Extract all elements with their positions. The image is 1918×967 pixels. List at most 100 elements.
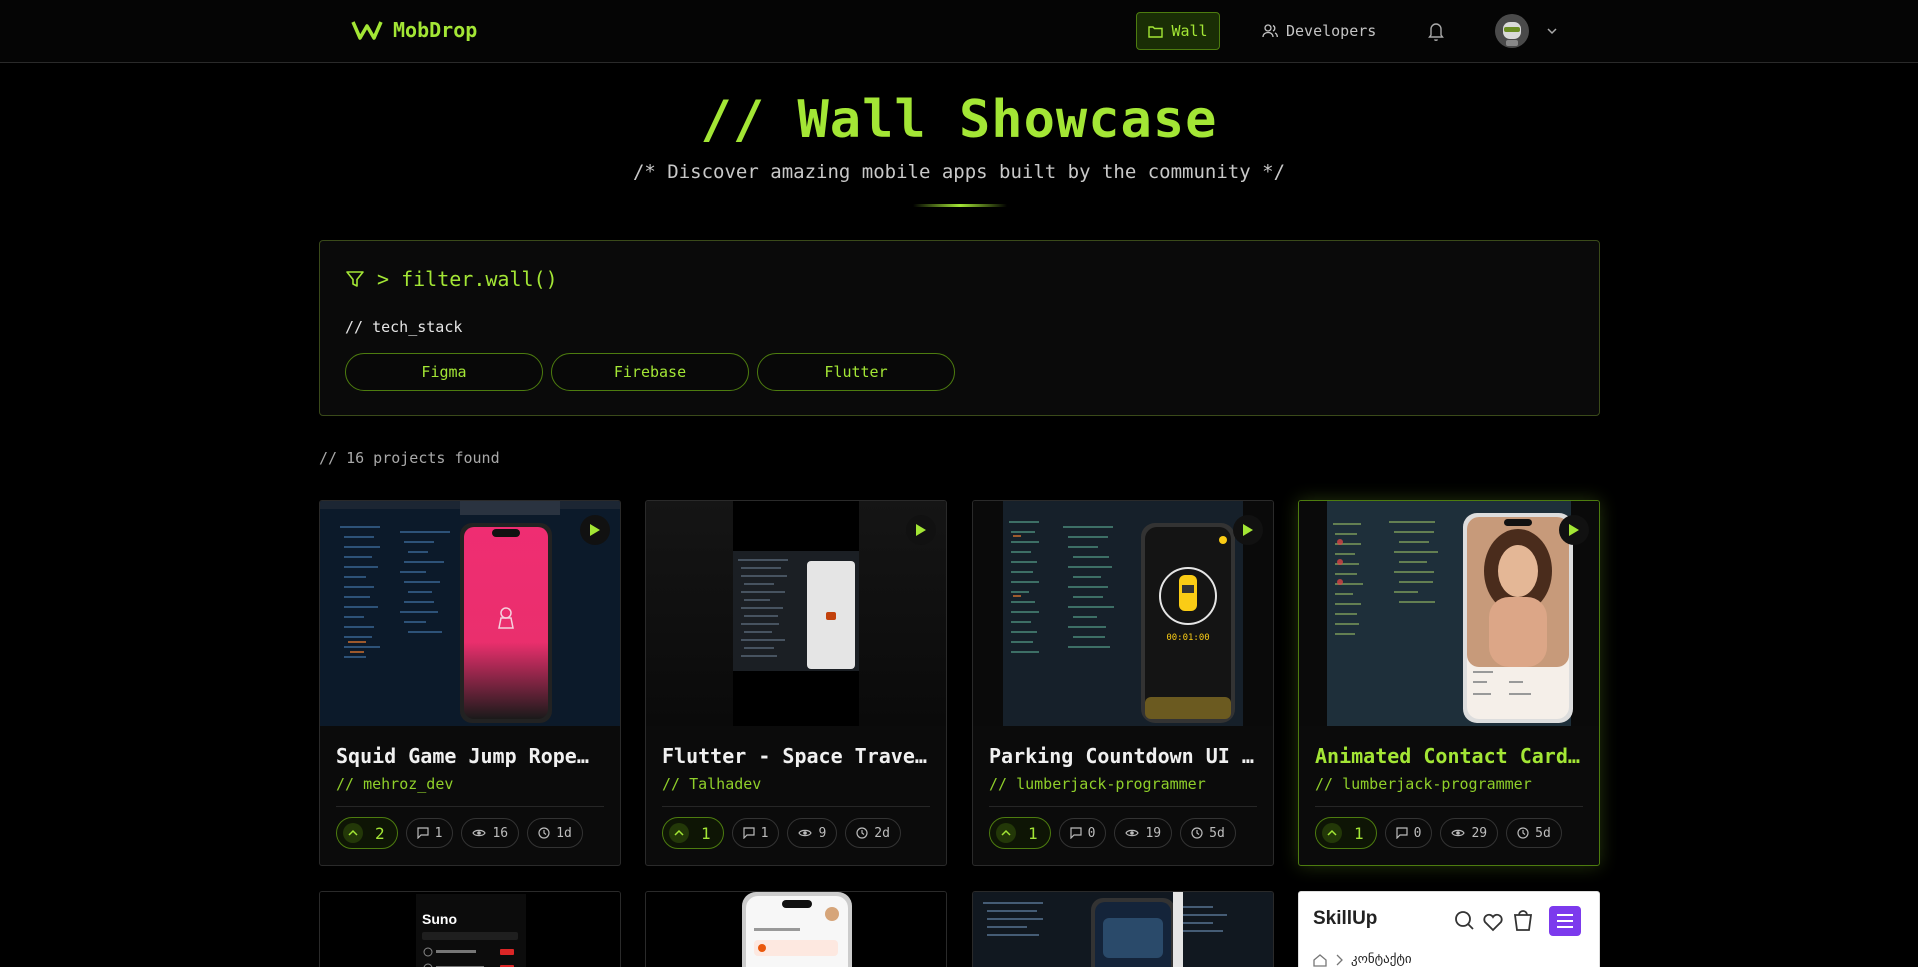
views-count: 19 bbox=[1114, 818, 1173, 848]
comment-icon bbox=[1396, 827, 1408, 839]
project-title[interactable]: Flutter - Space Travel… bbox=[662, 744, 932, 768]
comments-count[interactable]: 0 bbox=[1384, 818, 1433, 848]
project-card[interactable]: Squid Game Jump Rope… // mehroz_dev 2 1 … bbox=[319, 500, 621, 866]
age-badge: 5d bbox=[1180, 818, 1236, 848]
home-icon bbox=[1313, 953, 1327, 967]
comments-count[interactable]: 0 bbox=[1058, 818, 1107, 848]
project-thumbnail[interactable] bbox=[646, 501, 946, 726]
views-value: 19 bbox=[1145, 825, 1162, 841]
bell-icon[interactable] bbox=[1426, 20, 1446, 42]
comments-value: 0 bbox=[1413, 825, 1422, 841]
play-button[interactable] bbox=[906, 515, 936, 545]
chip-firebase[interactable]: Firebase bbox=[551, 353, 749, 391]
project-author[interactable]: // Talhadev bbox=[662, 775, 761, 793]
project-thumbnail[interactable] bbox=[320, 501, 620, 726]
upvote-button[interactable]: 1 bbox=[662, 817, 724, 849]
parking-timer-text: 00:01:00 bbox=[1166, 633, 1209, 643]
project-author[interactable]: // mehroz_dev bbox=[336, 775, 453, 793]
user-avatar[interactable] bbox=[1495, 14, 1529, 48]
breadcrumb: კონტაქტი bbox=[1313, 952, 1412, 967]
nav-wall-label: Wall bbox=[1171, 22, 1208, 40]
top-navbar: MobDrop Wall Developers bbox=[0, 0, 1918, 63]
project-card[interactable]: Flutter - Space Travel… // Talhadev 1 1 … bbox=[645, 500, 947, 866]
project-stats: 1 1 9 2d bbox=[662, 817, 901, 849]
views-count: 29 bbox=[1440, 818, 1499, 848]
brand-logo[interactable]: MobDrop bbox=[351, 18, 477, 42]
age-badge: 2d bbox=[845, 818, 901, 848]
upvote-button[interactable]: 1 bbox=[1315, 817, 1377, 849]
views-value: 9 bbox=[818, 825, 827, 841]
project-title[interactable]: Parking Countdown UI -… bbox=[989, 744, 1259, 768]
comments-value: 1 bbox=[760, 825, 769, 841]
comments-value: 0 bbox=[1087, 825, 1096, 841]
comments-count[interactable]: 1 bbox=[405, 818, 454, 848]
funnel-icon bbox=[346, 271, 364, 287]
age-value: 1d bbox=[556, 825, 572, 841]
tech-stack-label: // tech_stack bbox=[345, 318, 463, 336]
play-icon bbox=[1569, 524, 1579, 536]
project-stats: 2 1 16 1d bbox=[336, 817, 583, 849]
chevron-right-icon bbox=[1336, 954, 1343, 965]
vote-count: 1 bbox=[701, 823, 711, 843]
project-card[interactable] bbox=[972, 891, 1274, 967]
thumbnail-image bbox=[320, 501, 620, 726]
project-card[interactable]: Animated Contact Card U… // lumberjack-p… bbox=[1298, 500, 1600, 866]
page-title: // Wall Showcase bbox=[700, 90, 1218, 150]
thumb-app-name: Suno bbox=[422, 911, 457, 927]
folder-icon bbox=[1148, 25, 1164, 38]
divider bbox=[989, 806, 1257, 807]
tech-stack-chips: Figma Firebase Flutter bbox=[345, 353, 955, 391]
chip-figma[interactable]: Figma bbox=[345, 353, 543, 391]
comment-icon bbox=[417, 827, 429, 839]
thumbnail-image bbox=[1299, 501, 1599, 726]
project-title[interactable]: Animated Contact Card U… bbox=[1315, 744, 1585, 768]
project-card[interactable]: 00:01:00 Parking Countdown UI -… // lumb… bbox=[972, 500, 1274, 866]
nav-developers-label: Developers bbox=[1286, 22, 1377, 40]
project-card[interactable]: SkillUp კონტაქტი bbox=[1298, 891, 1600, 967]
users-icon bbox=[1262, 24, 1278, 38]
project-title[interactable]: Squid Game Jump Rope… bbox=[336, 744, 606, 768]
project-thumbnail[interactable] bbox=[1299, 501, 1599, 726]
nav-developers-link[interactable]: Developers bbox=[1262, 12, 1376, 50]
divider bbox=[336, 806, 604, 807]
upvote-button[interactable]: 1 bbox=[989, 817, 1051, 849]
divider bbox=[662, 806, 930, 807]
play-icon bbox=[590, 524, 600, 536]
breadcrumb-current: კონტაქტი bbox=[1351, 952, 1412, 967]
views-count: 16 bbox=[461, 818, 520, 848]
play-button[interactable] bbox=[580, 515, 610, 545]
clock-icon bbox=[1517, 827, 1529, 839]
play-icon bbox=[1243, 524, 1253, 536]
age-badge: 1d bbox=[527, 818, 583, 848]
chip-flutter[interactable]: Flutter bbox=[757, 353, 955, 391]
vote-count: 2 bbox=[375, 823, 385, 843]
project-thumbnail bbox=[646, 892, 946, 967]
thumbnail-image bbox=[646, 501, 946, 726]
eye-icon bbox=[798, 829, 813, 837]
views-value: 29 bbox=[1471, 825, 1488, 841]
age-value: 2d bbox=[874, 825, 890, 841]
nav-wall-button[interactable]: Wall bbox=[1136, 12, 1220, 50]
project-card[interactable]: Suno bbox=[319, 891, 621, 967]
chevron-up-icon bbox=[1322, 823, 1342, 843]
age-badge: 5d bbox=[1506, 818, 1562, 848]
clock-icon bbox=[538, 827, 550, 839]
comments-value: 1 bbox=[434, 825, 443, 841]
play-button[interactable] bbox=[1559, 515, 1589, 545]
eye-icon bbox=[1451, 829, 1466, 837]
project-author[interactable]: // lumberjack-programmer bbox=[989, 775, 1206, 793]
chevron-down-icon[interactable] bbox=[1545, 24, 1559, 38]
filter-heading-text: > filter.wall() bbox=[377, 267, 558, 291]
project-thumbnail[interactable]: 00:01:00 bbox=[973, 501, 1273, 726]
project-thumbnail bbox=[973, 892, 1273, 967]
project-card[interactable] bbox=[645, 891, 947, 967]
project-count: // 16 projects found bbox=[319, 449, 500, 467]
project-author[interactable]: // lumberjack-programmer bbox=[1315, 775, 1532, 793]
page-subtitle: /* Discover amazing mobile apps built by… bbox=[632, 161, 1286, 183]
play-button[interactable] bbox=[1233, 515, 1263, 545]
upvote-button[interactable]: 2 bbox=[336, 817, 398, 849]
comments-count[interactable]: 1 bbox=[731, 818, 780, 848]
vote-count: 1 bbox=[1028, 823, 1038, 843]
filter-heading: > filter.wall() bbox=[345, 267, 558, 291]
filter-panel: > filter.wall() // tech_stack Figma Fire… bbox=[319, 240, 1600, 416]
